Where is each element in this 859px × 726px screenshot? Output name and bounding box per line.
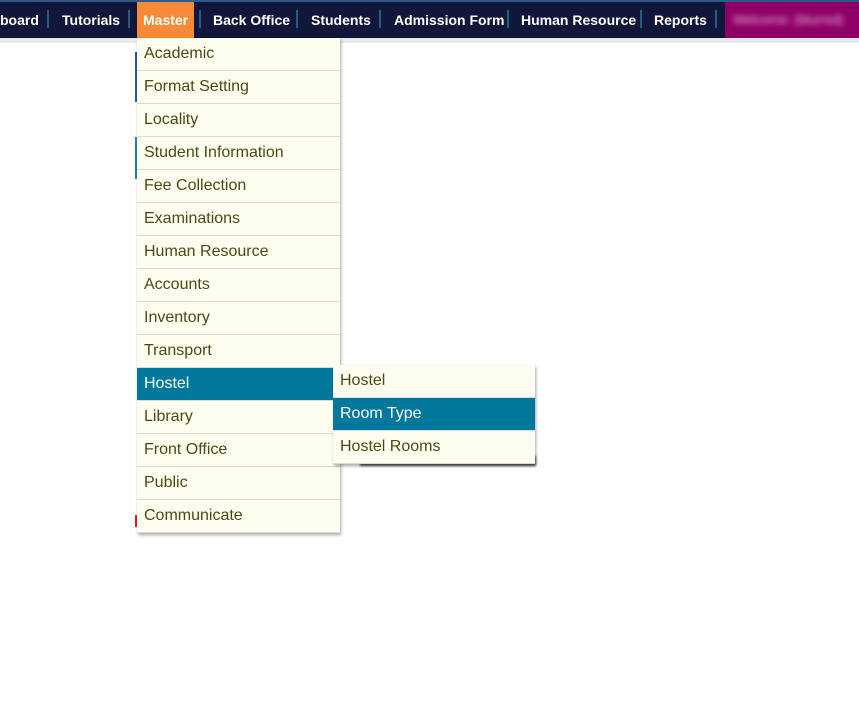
menu-item-hostel-rooms[interactable]: Hostel Rooms <box>333 431 535 464</box>
menu-item-format-setting[interactable]: Format Setting <box>137 71 340 104</box>
nav-separator <box>296 10 298 28</box>
menu-item-locality[interactable]: Locality <box>137 104 340 137</box>
menu-item-accounts[interactable]: Accounts <box>137 269 340 302</box>
nav-students[interactable]: Students <box>311 2 371 38</box>
menu-item-room-type[interactable]: Room Type <box>333 398 535 431</box>
nav-master[interactable]: Master <box>137 2 195 38</box>
menu-item-human-resource[interactable]: Human Resource <box>137 236 340 269</box>
nav-separator <box>507 10 509 28</box>
navbar-shadow <box>0 38 859 43</box>
menu-item-front-office[interactable]: Front Office <box>137 434 340 467</box>
master-dropdown-menu: Academic Format Setting Locality Student In… <box>137 38 340 533</box>
menu-item-library[interactable]: Library <box>137 401 340 434</box>
menu-item-hostel[interactable]: Hostel <box>137 368 340 401</box>
nav-human-resource[interactable]: Human Resource <box>521 2 636 38</box>
nav-separator <box>128 10 130 28</box>
menu-item-fee-collection[interactable]: Fee Collection <box>137 170 340 203</box>
menu-item-examinations[interactable]: Examinations <box>137 203 340 236</box>
nav-dashboard[interactable]: board <box>0 2 39 38</box>
menu-item-student-information[interactable]: Student Information <box>137 137 340 170</box>
welcome-user[interactable]: Welcome: (blurred) <box>725 2 859 38</box>
nav-separator <box>47 10 49 28</box>
nav-reports[interactable]: Reports <box>654 2 707 38</box>
nav-separator <box>715 10 717 28</box>
nav-tutorials[interactable]: Tutorials <box>62 2 120 38</box>
nav-back-office[interactable]: Back Office <box>213 2 290 38</box>
welcome-text: Welcome: (blurred) <box>733 12 844 27</box>
menu-item-transport[interactable]: Transport <box>137 335 340 368</box>
menu-item-academic[interactable]: Academic <box>137 38 340 71</box>
menu-item-inventory[interactable]: Inventory <box>137 302 340 335</box>
menu-item-public[interactable]: Public <box>137 467 340 500</box>
hostel-submenu: Hostel Room Type Hostel Rooms <box>333 365 535 464</box>
nav-separator <box>640 10 642 28</box>
nav-separator <box>199 10 201 28</box>
nav-separator <box>379 10 381 28</box>
menu-item-hostel[interactable]: Hostel <box>333 365 535 398</box>
menu-item-communicate[interactable]: Communicate <box>137 500 340 533</box>
nav-admission-form[interactable]: Admission Form <box>394 2 504 38</box>
top-navbar: board Tutorials Master Back Office Stude… <box>0 0 859 38</box>
